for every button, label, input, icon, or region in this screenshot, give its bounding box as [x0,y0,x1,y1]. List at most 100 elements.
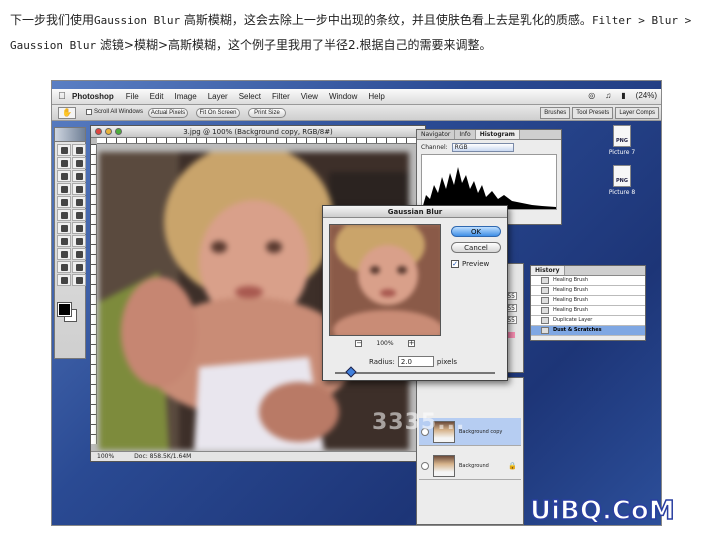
actual-pixels-button[interactable]: Actual Pixels [148,108,188,118]
lasso-tool-icon[interactable] [57,157,71,169]
crop-tool-icon[interactable] [57,170,71,182]
cancel-button[interactable]: Cancel [451,242,501,253]
eyedropper-tool-icon[interactable] [72,261,86,273]
slice-tool-icon[interactable] [72,170,86,182]
radius-slider[interactable] [335,366,495,378]
desktop-file-picture-8[interactable]: Picture 8 [604,165,640,196]
menu-image[interactable]: Image [174,92,196,101]
app-name[interactable]: Photoshop [72,92,114,101]
layer-row-background[interactable]: Background 🔒 [419,452,521,480]
document-status-bar: 100% Doc: 858.5K/1.64M [91,451,425,461]
radius-label: Radius: [369,357,395,366]
checkmark-icon[interactable]: ✓ [451,260,459,268]
zoom-in-icon[interactable]: + [407,340,415,347]
history-item[interactable]: Duplicate Layer [531,316,645,326]
menu-file[interactable]: File [126,92,139,101]
radius-input[interactable]: 2.0 [397,356,434,367]
well-tool-presets[interactable]: Tool Presets [572,107,614,119]
tab-history[interactable]: History [531,266,565,275]
history-item-active[interactable]: Dust & Scratches [531,326,645,336]
doc-size: Doc: 858.5K/1.64M [134,453,192,460]
channel-select[interactable]: RGB [451,143,514,152]
channel-label: Channel: [421,144,448,151]
dialog-title: Gaussian Blur [323,206,507,218]
zoom-icon[interactable] [115,128,122,135]
lock-icon: 🔒 [508,461,517,470]
zoom-out-icon[interactable]: − [355,340,363,347]
healing-brush-icon [541,277,549,284]
history-brush-tool-icon[interactable] [72,196,86,208]
document-title: 3.jpg @ 100% (Background copy, RGB/8#) [183,128,333,136]
layer-thumbnail [433,454,455,477]
pen-tool-icon[interactable] [57,248,71,260]
menu-help[interactable]: Help [368,92,384,101]
menu-filter[interactable]: Filter [272,92,290,101]
blur-preview[interactable] [329,224,441,336]
hand-tool-icon[interactable]: ✋ [58,107,76,119]
menu-window[interactable]: Window [329,92,357,101]
healing-brush-icon [541,287,549,294]
photoshop-screenshot:  Photoshop File Edit Image Layer Select… [51,80,662,526]
marquee-tool-icon[interactable] [57,144,71,156]
duplicate-layer-icon [541,317,549,324]
brush-tool-icon[interactable] [72,183,86,195]
intro-line-1: 下一步我们使用Gaussion Blur 高斯模糊，这会去除上一步中出现的条纹，… [10,13,692,27]
menu-edit[interactable]: Edit [150,92,164,101]
print-size-button[interactable]: Print Size [248,108,286,118]
tab-histogram[interactable]: Histogram [475,130,520,139]
tab-info[interactable]: Info [455,130,476,139]
battery-icon[interactable]: ▮ [621,91,625,100]
magic-wand-tool-icon[interactable] [72,157,86,169]
stamp-tool-icon[interactable] [57,196,71,208]
volume-icon[interactable]: ♫ [605,91,611,100]
tab-navigator[interactable]: Navigator [417,130,456,139]
hand-tool-box-icon[interactable] [57,274,71,286]
healing-brush-tool-icon[interactable] [57,183,71,195]
history-item[interactable]: Healing Brush [531,286,645,296]
well-layer-comps[interactable]: Layer Comps [615,107,659,119]
well-brushes[interactable]: Brushes [540,107,571,119]
desktop-file-picture-7[interactable]: Picture 7 [604,125,640,156]
tool-grid [55,142,86,288]
fit-on-screen-button[interactable]: Fit On Screen [196,108,240,118]
horizontal-ruler[interactable] [97,138,425,144]
menu-view[interactable]: View [301,92,318,101]
preview-checkbox[interactable]: ✓ Preview [451,260,489,268]
zoom-tool-icon[interactable] [72,274,86,286]
preview-image [330,225,440,335]
radius-units: pixels [436,357,458,366]
shape-tool-icon[interactable] [72,248,86,260]
apple-icon[interactable]:  [52,91,72,102]
wifi-icon[interactable]: ◎ [588,91,595,100]
intro-line-2: Gaussion Blur 滤镜>模糊>高斯模糊，这个例子里我用了半径2.根据自… [10,38,492,52]
vertical-ruler[interactable] [91,144,97,444]
document-titlebar[interactable]: 3.jpg @ 100% (Background copy, RGB/8#) [91,126,425,138]
menu-layer[interactable]: Layer [208,92,228,101]
type-tool-icon[interactable] [72,235,86,247]
histogram-chart [422,167,556,209]
minimize-icon[interactable] [105,128,112,135]
history-item[interactable]: Healing Brush [531,296,645,306]
foreground-color-swatch[interactable] [57,302,72,317]
path-select-tool-icon[interactable] [57,235,71,247]
move-tool-icon[interactable] [72,144,86,156]
brand-watermark: UiBQ.CoM [529,495,675,527]
dodge-tool-icon[interactable] [72,222,86,234]
checkbox-box[interactable] [86,109,92,115]
history-item[interactable]: Healing Brush [531,306,645,316]
feather-icon[interactable] [55,128,85,142]
ok-button[interactable]: OK [451,226,501,237]
slider-thumb[interactable] [345,366,357,378]
gradient-tool-icon[interactable] [72,209,86,221]
eraser-tool-icon[interactable] [57,209,71,221]
eye-icon[interactable] [421,461,429,470]
menu-select[interactable]: Select [239,92,261,101]
history-item[interactable]: Healing Brush [531,276,645,286]
history-panel: History Healing Brush Healing Brush Heal… [530,265,646,341]
zoom-level[interactable]: 100% [97,452,114,461]
blur-tool-icon[interactable] [57,222,71,234]
history-tabs: History [531,266,645,276]
scroll-all-windows-checkbox[interactable]: Scroll All Windows [86,109,143,115]
notes-tool-icon[interactable] [57,261,71,273]
close-icon[interactable] [95,128,102,135]
